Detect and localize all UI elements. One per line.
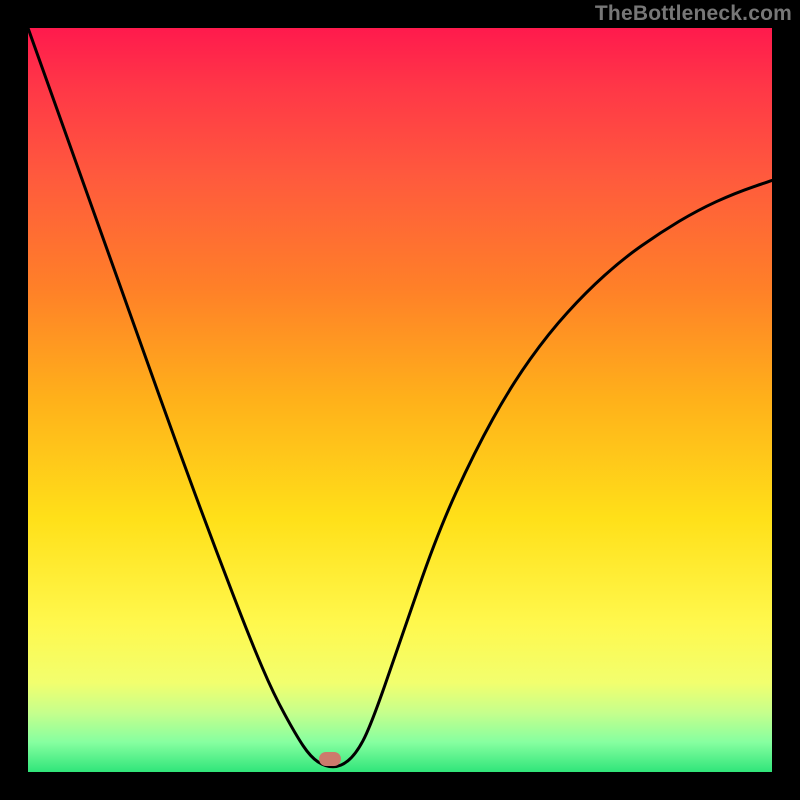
minimum-marker <box>319 752 341 766</box>
border-left <box>0 0 28 800</box>
bottleneck-curve <box>28 28 772 767</box>
border-right <box>772 0 800 800</box>
border-bottom <box>0 772 800 800</box>
chart-frame: TheBottleneck.com <box>0 0 800 800</box>
curve-svg <box>28 28 772 772</box>
watermark-text: TheBottleneck.com <box>595 2 792 26</box>
plot-area <box>28 28 772 772</box>
